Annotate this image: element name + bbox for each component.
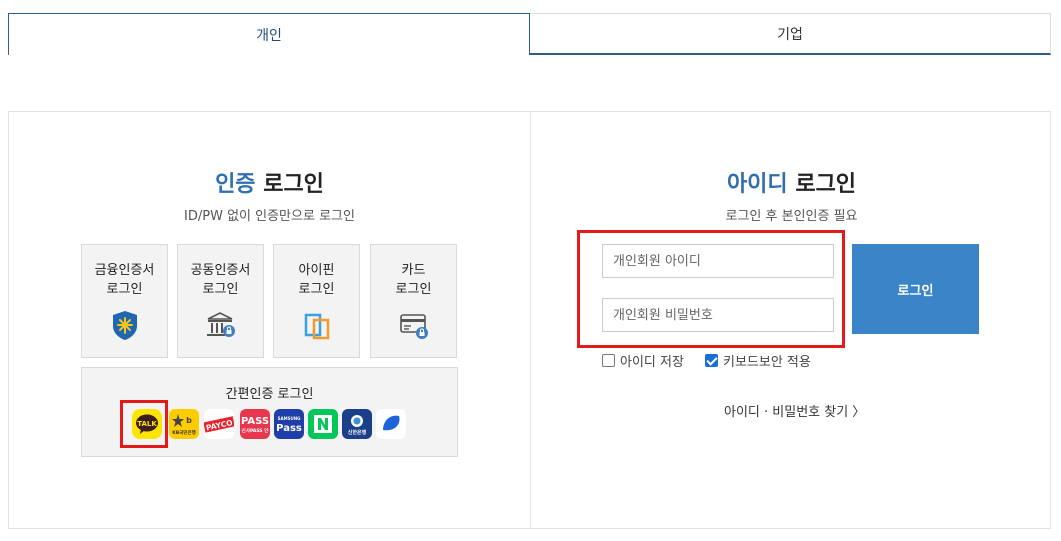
- financial-cert-icon: [112, 311, 137, 340]
- joint-cert-login-button[interactable]: 공동인증서 로그인: [177, 244, 264, 358]
- shinhan-login-icon[interactable]: 신한은행: [342, 409, 372, 439]
- ipin-icon: [304, 313, 329, 340]
- login-panel: 인증 로그인 ID/PW 없이 인증만으로 로그인 금융인증서 로그인 공동인증…: [8, 111, 1051, 529]
- find-id-password-link[interactable]: 아이디 · 비밀번호 찾기 〉: [724, 401, 865, 420]
- toss-icon: [383, 415, 400, 431]
- svg-text:SAMSUNG: SAMSUNG: [278, 416, 301, 421]
- cert-login-title-rest: 로그인: [255, 172, 324, 197]
- payco-icon: PAYCO: [204, 416, 234, 433]
- id-login-title-rest: 로그인: [787, 172, 857, 197]
- samsung-pass-login-icon[interactable]: SAMSUNG Pass: [274, 409, 304, 439]
- naver-n-icon: [314, 415, 332, 433]
- save-id-checkbox-box[interactable]: [602, 354, 615, 367]
- naver-login-icon[interactable]: [308, 409, 338, 439]
- card-label: 카드 로그인: [395, 263, 432, 297]
- pass-login-icon[interactable]: PASS 통신사PASS 인증: [240, 409, 270, 439]
- svg-text:신한은행: 신한은행: [348, 429, 367, 436]
- cert-login-subtitle: ID/PW 없이 인증만으로 로그인: [184, 209, 355, 224]
- svg-text:TALK: TALK: [137, 420, 157, 428]
- save-id-checkbox[interactable]: 아이디 저장: [602, 351, 684, 370]
- keyboard-security-label: 키보드보안 적용: [723, 355, 811, 370]
- password-input[interactable]: [602, 298, 834, 332]
- kb-star-icon: b KB국민은행: [172, 414, 196, 436]
- save-id-label: 아이디 저장: [620, 355, 684, 370]
- toss-login-icon[interactable]: [376, 409, 406, 439]
- payco-login-icon[interactable]: PAYCO: [204, 409, 234, 439]
- id-input[interactable]: [602, 244, 834, 278]
- ipin-login-button[interactable]: 아이핀 로그인: [273, 244, 360, 358]
- financial-cert-label: 금융인증서 로그인: [94, 263, 155, 297]
- kakao-talk-icon: TALK: [136, 414, 158, 434]
- joint-cert-label: 공동인증서 로그인: [190, 263, 251, 297]
- login-button[interactable]: 로그인: [852, 244, 979, 334]
- keyboard-security-checkbox[interactable]: 키보드보안 적용: [705, 351, 811, 370]
- joint-cert-bank-icon: [206, 312, 235, 337]
- svg-text:PASS: PASS: [241, 416, 269, 427]
- kakao-talk-login-icon[interactable]: TALK: [132, 409, 162, 439]
- svg-text:Pass: Pass: [276, 423, 302, 434]
- card-login-button[interactable]: 카드 로그인: [370, 244, 457, 358]
- cert-login-title: 인증 로그인: [9, 166, 530, 198]
- kb-login-icon[interactable]: b KB국민은행: [169, 409, 199, 439]
- financial-cert-login-button[interactable]: 금융인증서 로그인: [81, 244, 168, 358]
- tab-business[interactable]: 기업: [530, 13, 1051, 55]
- svg-text:KB국민은행: KB국민은행: [172, 429, 195, 436]
- simple-auth-login-box: 간편인증 로그인 TALK b KB국민은행 PAYCO PASS 신사PASS…: [81, 367, 458, 457]
- simple-auth-title: 간편인증 로그인: [225, 387, 314, 402]
- svg-text:b: b: [186, 416, 192, 425]
- id-login-subtitle: 로그인 후 본인인증 필요: [725, 209, 858, 224]
- id-login-title-accent: 아이디: [726, 172, 788, 197]
- id-login-title: 아이디 로그인: [531, 166, 1052, 198]
- ipin-label: 아이핀 로그인: [298, 263, 335, 297]
- shinhan-icon: 신한은행: [348, 415, 367, 436]
- samsung-pass-icon: SAMSUNG Pass: [276, 416, 302, 434]
- pass-icon: PASS 통신사PASS 인증: [241, 416, 269, 434]
- tab-personal[interactable]: 개인: [8, 13, 530, 55]
- svg-text:통신사PASS 인증: 통신사PASS 인증: [241, 427, 269, 434]
- login-type-tabs: 개인 기업: [8, 13, 1051, 57]
- cert-login-title-accent: 인증: [215, 172, 256, 197]
- card-icon: [399, 314, 428, 339]
- svg-text:PAYCO: PAYCO: [205, 418, 233, 432]
- keyboard-security-checkbox-box[interactable]: [705, 354, 718, 367]
